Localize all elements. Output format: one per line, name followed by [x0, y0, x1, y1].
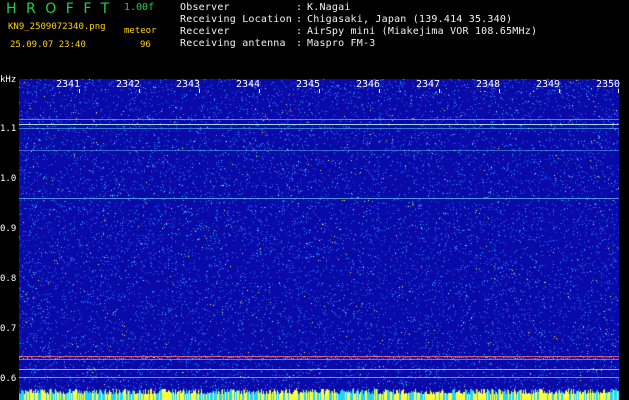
observer-value: K.Nagai	[307, 2, 351, 13]
carrier-line	[19, 124, 619, 125]
timestamp: 25.09.07 23:40	[10, 40, 86, 50]
antenna-label: Receiving antenna	[180, 38, 286, 49]
time-tick-mark	[79, 89, 80, 93]
freq-tick-label: 1.1	[0, 124, 17, 134]
freq-tick-label: 0.8	[0, 274, 17, 284]
time-tick-mark	[259, 89, 260, 93]
time-tick-label: 2342	[116, 79, 141, 90]
carrier-line	[19, 359, 619, 360]
location-value: Chigasaki, Japan (139.414 35.340)	[307, 14, 513, 25]
time-tick-mark	[439, 89, 440, 93]
time-tick-label: 2349	[536, 79, 561, 90]
time-tick-label: 2341	[56, 79, 81, 90]
info-separator: :	[296, 26, 303, 37]
info-separator: :	[296, 2, 303, 13]
carrier-line	[19, 369, 619, 370]
meteor-label: meteor	[124, 26, 157, 36]
carrier-line	[19, 356, 619, 357]
receiver-label: Receiver	[180, 26, 230, 37]
freq-tick-label: 0.6	[0, 374, 17, 384]
meteor-count: 96	[140, 40, 151, 50]
location-label: Receiving Location	[180, 14, 292, 25]
time-tick-label: 2345	[296, 79, 321, 90]
time-tick-mark	[199, 89, 200, 93]
app-version: 1.00f	[124, 2, 155, 13]
info-separator: :	[296, 38, 303, 49]
time-tick-mark	[379, 89, 380, 93]
carrier-line	[19, 198, 619, 199]
time-tick-label: 2343	[176, 79, 201, 90]
freq-tick-label: 1.0	[0, 174, 17, 184]
time-tick-label: 2344	[236, 79, 261, 90]
time-tick-label: 2348	[476, 79, 501, 90]
file-name: KN9_2509072340.png	[8, 22, 106, 32]
carrier-line	[19, 377, 619, 378]
carrier-line	[19, 128, 619, 129]
time-tick-label: 2350	[596, 79, 621, 90]
time-tick-mark	[499, 89, 500, 93]
time-tick-label: 2347	[416, 79, 441, 90]
app-name: HROFFT	[6, 1, 119, 17]
time-tick-label: 2346	[356, 79, 381, 90]
carrier-line	[19, 119, 619, 120]
time-tick-mark	[319, 89, 320, 93]
freq-tick-label: 0.7	[0, 324, 17, 334]
freq-unit-label: kHz	[0, 75, 17, 85]
freq-tick-label: 0.9	[0, 224, 17, 234]
observer-label: Observer	[180, 2, 230, 13]
receiver-value: AirSpy mini (Miakejima VOR 108.65MHz)	[307, 26, 538, 37]
info-separator: :	[296, 14, 303, 25]
time-tick-mark	[618, 89, 619, 93]
header-panel: HROFFT 1.00f KN9_2509072340.png meteor 2…	[0, 0, 629, 74]
time-tick-mark	[139, 89, 140, 93]
carrier-line	[19, 150, 619, 151]
time-tick-mark	[559, 89, 560, 93]
antenna-value: Maspro FM-3	[307, 38, 376, 49]
